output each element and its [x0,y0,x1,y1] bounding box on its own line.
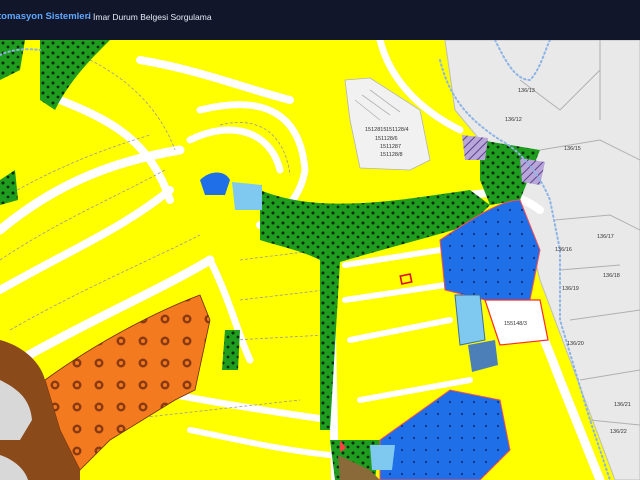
parcel-label: 1512815 [365,127,386,133]
app-title: tomasyon Sistemleri [0,11,91,22]
parcel-label: 136/17 [597,234,614,240]
parcel-label: 136/16 [555,247,572,253]
parcel-label: 1511287 [380,144,401,150]
parcel-label: 151128/6 [375,136,398,142]
map-canvas[interactable]: 136/13 136/12 136/15 136/16 136/17 136/1… [0,40,640,480]
selected-parcel-marker[interactable] [399,273,413,285]
parcel-label: 151128/8 [380,152,403,158]
parcel-label: 136/20 [567,341,584,347]
parcel-label: 136/18 [603,273,620,279]
parcel-label: 136/21 [614,402,631,408]
page-title: İmar Durum Belgesi Sorgulama [93,12,212,22]
parcel-label: 136/19 [562,286,579,292]
parcel-label: 151128/4 [386,127,409,133]
parcel-label: 136/22 [610,429,627,435]
parcel-label: 155148/3 [504,321,527,327]
hatched-parcel-north[interactable] [462,135,488,160]
light-blue-parcel-north[interactable] [232,182,262,210]
light-blue-parcel-east[interactable] [454,294,486,346]
light-blue-parcel-south[interactable] [370,445,395,470]
green-patch-small[interactable] [222,330,240,370]
title-separator: - [87,12,90,22]
header-bar: tomasyon Sistemleri - İmar Durum Belgesi… [0,0,640,40]
parcel-label: 136/15 [564,146,581,152]
parcel-label: 136/12 [505,117,522,123]
zoning-map[interactable]: 136/13 136/12 136/15 136/16 136/17 136/1… [0,40,640,480]
parcel-label: 136/13 [518,88,535,94]
